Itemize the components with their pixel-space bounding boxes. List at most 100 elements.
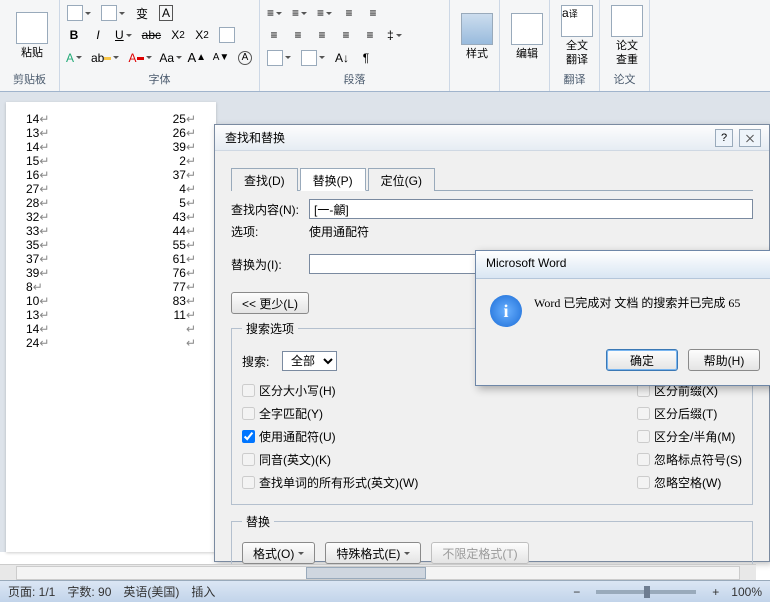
ribbon-group-clipboard: 粘贴 剪贴板: [0, 0, 60, 91]
show-marks-button[interactable]: ¶: [356, 48, 376, 68]
borders-button[interactable]: [298, 48, 328, 68]
text-line: 16↵37↵: [26, 168, 196, 182]
multilevel-button[interactable]: ≡: [314, 3, 335, 23]
align-right-button[interactable]: ≡: [312, 25, 332, 45]
zoom-in-button[interactable]: +: [712, 585, 719, 599]
text-line: 14↵↵: [26, 322, 196, 336]
paste-label: 粘贴: [21, 46, 43, 60]
ok-button[interactable]: 确定: [606, 349, 678, 371]
status-bar: 页面: 1/1 字数: 90 英语(美国) 插入 − + 100%: [0, 580, 770, 602]
zoom-out-button[interactable]: −: [573, 585, 580, 599]
options-label: 选项:: [231, 223, 309, 240]
font-color-button[interactable]: A: [126, 48, 155, 68]
align-center-button[interactable]: ≡: [288, 25, 308, 45]
dialog-close-button[interactable]: [739, 129, 761, 147]
numbering-button[interactable]: ≡: [289, 3, 310, 23]
ribbon-group-style: 样式: [450, 0, 500, 91]
superscript-button[interactable]: X2: [192, 25, 212, 45]
chk-punct: [637, 453, 650, 466]
font-size-combo[interactable]: [98, 3, 128, 23]
ribbon-group-font: 变 A B I U abc X2 X2 A ab A Aa A▲ A▼ A 字体: [60, 0, 260, 91]
horizontal-scrollbar[interactable]: [0, 564, 756, 580]
scrollbar-thumb[interactable]: [306, 567, 426, 579]
change-case-button[interactable]: Aa: [159, 48, 183, 68]
sort-button[interactable]: A↓: [332, 48, 352, 68]
translate-button[interactable]: a译 全文翻译: [554, 2, 600, 69]
text-line: 13↵26↵: [26, 126, 196, 140]
text-effect-button[interactable]: A: [64, 48, 84, 68]
indent-inc-button[interactable]: ≡: [363, 3, 383, 23]
tab-replace[interactable]: 替换(P): [300, 168, 366, 191]
translate-icon: a译: [561, 5, 593, 37]
find-content-label: 查找内容(N):: [231, 201, 309, 218]
ribbon-group-edit: 编辑: [500, 0, 550, 91]
text-line: 10↵83↵: [26, 294, 196, 308]
help-button[interactable]: 帮助(H): [688, 349, 760, 371]
search-options-legend: 搜索选项: [242, 320, 298, 337]
text-line: 8↵77↵: [26, 280, 196, 294]
indent-dec-button[interactable]: ≡: [339, 3, 359, 23]
chk-wildcard[interactable]: [242, 430, 255, 443]
ribbon-group-paper: 论文查重 论文: [600, 0, 650, 91]
italic-button[interactable]: I: [88, 25, 108, 45]
subscript-button[interactable]: X2: [168, 25, 188, 45]
less-button[interactable]: << 更少(L): [231, 292, 309, 314]
paste-button[interactable]: 粘贴: [4, 2, 60, 69]
find-content-input[interactable]: [309, 199, 753, 219]
group-title-font: 字体: [64, 69, 255, 89]
char-border-button[interactable]: A: [156, 3, 176, 23]
status-lang[interactable]: 英语(美国): [123, 583, 179, 600]
dialog-help-button[interactable]: ?: [715, 129, 733, 147]
edit-button[interactable]: 编辑: [504, 2, 550, 72]
replace-with-label: 替换为(I):: [231, 256, 309, 273]
text-line: 14↵25↵: [26, 112, 196, 126]
styles-button[interactable]: 样式: [454, 2, 500, 72]
paste-icon: [16, 12, 48, 44]
status-page[interactable]: 页面: 1/1: [8, 583, 55, 600]
zoom-slider[interactable]: [596, 590, 696, 594]
bullets-button[interactable]: ≡: [264, 3, 285, 23]
document-page[interactable]: 14↵25↵13↵26↵14↵39↵15↵2↵16↵37↵27↵4↵28↵5↵3…: [6, 102, 216, 552]
text-line: 32↵43↵: [26, 210, 196, 224]
status-words[interactable]: 字数: 90: [67, 583, 111, 600]
message-box: Microsoft Word i Word 已完成对 文档 的搜索并已完成 65…: [475, 250, 770, 386]
zoom-value[interactable]: 100%: [731, 585, 762, 599]
text-line: 27↵4↵: [26, 182, 196, 196]
distribute-button[interactable]: ≡: [360, 25, 380, 45]
text-line: 33↵44↵: [26, 224, 196, 238]
message-box-title: Microsoft Word: [476, 251, 770, 279]
underline-button[interactable]: U: [112, 25, 135, 45]
styles-icon: [461, 13, 493, 45]
phonetic-guide-button[interactable]: 变: [132, 3, 152, 23]
shrink-font-button[interactable]: A▼: [211, 48, 231, 68]
find-icon: [511, 13, 543, 45]
circled-char-button[interactable]: A: [235, 48, 255, 68]
text-line: 15↵2↵: [26, 154, 196, 168]
tab-goto[interactable]: 定位(G): [368, 168, 435, 191]
special-format-button[interactable]: 特殊格式(E): [325, 542, 421, 564]
tab-find[interactable]: 查找(D): [231, 168, 298, 191]
paper-check-button[interactable]: 论文查重: [604, 2, 650, 69]
status-insert[interactable]: 插入: [191, 583, 215, 600]
strikethrough-button[interactable]: abc: [139, 25, 164, 45]
group-title-paragraph: 段落: [264, 69, 445, 89]
search-scope-select[interactable]: 全部: [282, 351, 337, 371]
font-name-combo[interactable]: [64, 3, 94, 23]
ribbon: 粘贴 剪贴板 变 A B I U abc X2 X2 A ab A Aa A▲ …: [0, 0, 770, 92]
highlight-button[interactable]: ab: [88, 48, 122, 68]
shading-button[interactable]: [264, 48, 294, 68]
format-button[interactable]: 格式(O): [242, 542, 315, 564]
info-icon: i: [490, 295, 522, 327]
clear-format-button[interactable]: [216, 25, 238, 45]
no-format-button: 不限定格式(T): [431, 542, 528, 564]
chk-case: [242, 384, 255, 397]
grow-font-button[interactable]: A▲: [187, 48, 207, 68]
align-left-button[interactable]: ≡: [264, 25, 284, 45]
text-line: 35↵55↵: [26, 238, 196, 252]
justify-button[interactable]: ≡: [336, 25, 356, 45]
bold-button[interactable]: B: [64, 25, 84, 45]
line-spacing-button[interactable]: ‡: [384, 25, 405, 45]
text-line: 28↵5↵: [26, 196, 196, 210]
ribbon-group-paragraph: ≡ ≡ ≡ ≡ ≡ ≡ ≡ ≡ ≡ ≡ ‡ A↓ ¶ 段落: [260, 0, 450, 91]
group-title-clipboard: 剪贴板: [4, 69, 55, 89]
